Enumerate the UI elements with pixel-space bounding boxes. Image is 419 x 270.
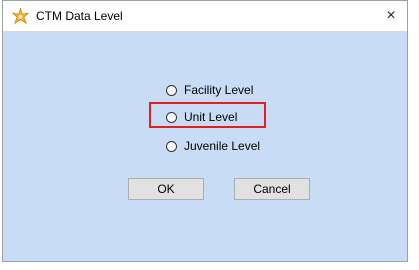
radio-button-icon[interactable] <box>166 84 177 96</box>
radio-label: Unit Level <box>184 110 238 124</box>
cancel-button[interactable]: Cancel <box>234 178 310 200</box>
close-button[interactable]: × <box>375 1 407 31</box>
ok-button[interactable]: OK <box>128 178 204 200</box>
title-bar[interactable]: CTM Data Level × <box>3 1 407 31</box>
dialog-window: CTM Data Level × Facility Level Unit Lev… <box>2 0 408 262</box>
radio-juvenile-level[interactable]: Juvenile Level <box>166 139 260 153</box>
dialog-client-area: Facility Level Unit Level Juvenile Level… <box>3 31 407 261</box>
radio-label: Facility Level <box>184 83 254 97</box>
window-title: CTM Data Level <box>36 9 123 23</box>
radio-facility-level[interactable]: Facility Level <box>166 83 253 97</box>
radio-button-icon[interactable] <box>166 140 177 152</box>
radio-label: Juvenile Level <box>184 139 261 153</box>
gear-star-icon <box>11 7 30 25</box>
radio-unit-level[interactable]: Unit Level <box>166 110 237 124</box>
radio-button-icon[interactable] <box>166 111 177 123</box>
